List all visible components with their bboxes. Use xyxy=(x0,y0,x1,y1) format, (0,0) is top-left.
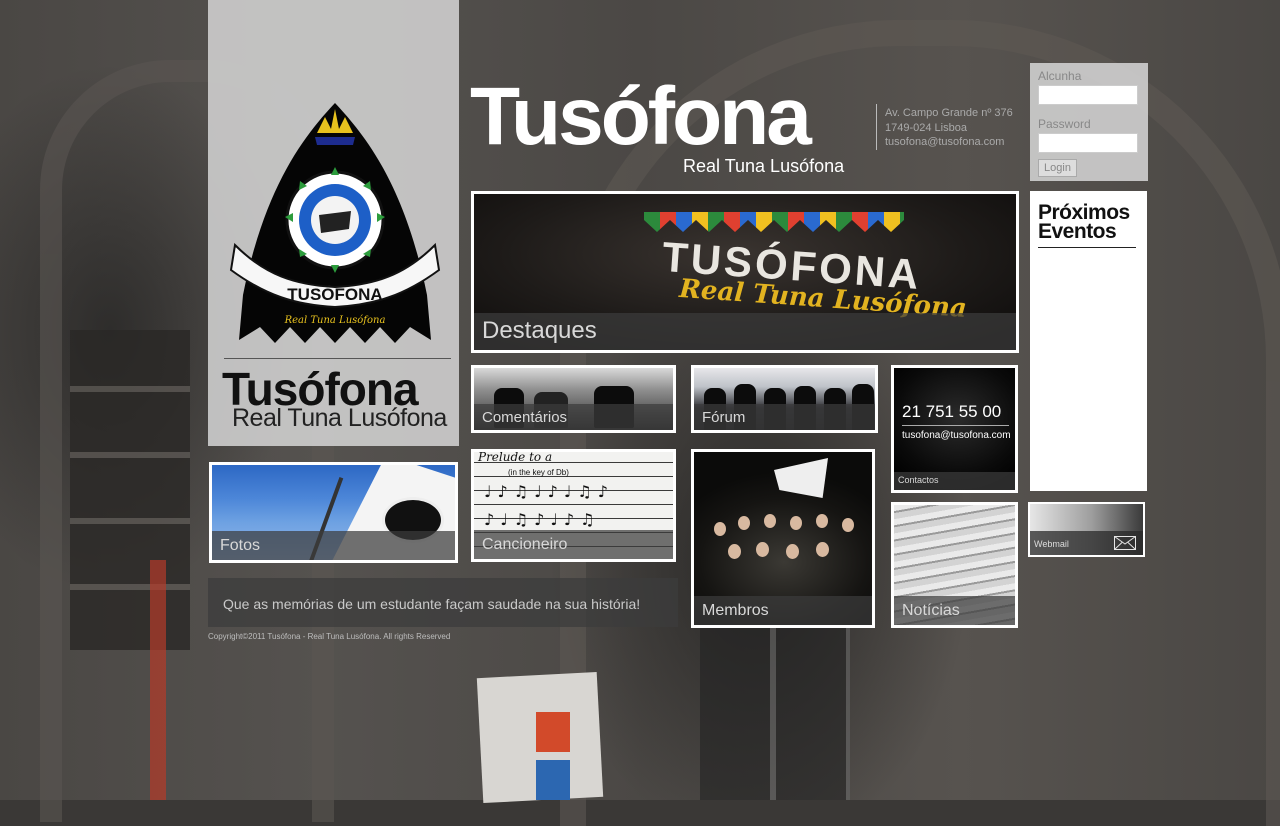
alcunha-input[interactable] xyxy=(1038,85,1138,105)
photo-person xyxy=(764,514,776,528)
events-panel: Próximos Eventos xyxy=(1030,191,1147,491)
tile-destaques[interactable]: TUSÓFONA Real Tuna Lusófona Destaques xyxy=(471,191,1019,353)
photo-person xyxy=(714,522,726,536)
login-box: Alcunha Password Login xyxy=(1030,63,1148,181)
tile-forum-caption: Fórum xyxy=(694,404,875,430)
photo-person xyxy=(790,516,802,530)
logo-divider xyxy=(224,358,451,359)
events-divider xyxy=(1038,247,1136,248)
background-window-right xyxy=(700,600,850,800)
events-title-line2: Eventos xyxy=(1038,220,1117,243)
tile-fotos[interactable]: Fotos xyxy=(209,462,458,563)
tile-forum[interactable]: Fórum xyxy=(691,365,878,433)
tuna-emblem-logo: TUSÓFONA Real Tuna Lusófona xyxy=(229,103,441,343)
tile-destaques-caption: Destaques xyxy=(474,313,1016,350)
tile-membros-caption: Membros xyxy=(694,596,872,625)
photo-person xyxy=(816,514,828,528)
membros-flag xyxy=(774,458,828,498)
photo-person xyxy=(756,542,769,557)
music-notes-icon: ♩♪♫♩♪♩♫♪ ♪♩♫♪♩♪♫ xyxy=(484,482,614,529)
emblem-script-text: Real Tuna Lusófona xyxy=(284,315,386,326)
contact-phone: 21 751 55 00 xyxy=(902,402,1002,421)
tile-noticias[interactable]: Notícias xyxy=(891,502,1018,628)
site-subtitle: Real Tuna Lusófona xyxy=(683,156,845,176)
tile-cancioneiro-caption: Cancioneiro xyxy=(474,530,673,559)
background-vehicle xyxy=(150,560,166,800)
sheet-music-title: Prelude to a xyxy=(478,450,553,464)
photo-person xyxy=(728,544,741,559)
quote-banner: Que as memórias de um estudante façam sa… xyxy=(208,578,678,627)
header-divider xyxy=(876,104,877,150)
tile-comentarios-caption: Comentários xyxy=(474,404,673,430)
login-button[interactable]: Login xyxy=(1038,159,1077,177)
address-email[interactable]: tusofona@tusofona.com xyxy=(885,135,1013,150)
sheet-music-key: (in the key of Db) xyxy=(508,468,569,477)
copyright-text: Copyright©2011 Tusófona - Real Tuna Lusó… xyxy=(208,632,451,641)
alcunha-label: Alcunha xyxy=(1038,69,1082,83)
emblem-ribbon-text: TUSÓFONA xyxy=(287,285,382,304)
webmail-label: Webmail xyxy=(1034,539,1069,549)
patch-flag-border xyxy=(644,212,904,232)
background-sign-blue-square xyxy=(536,760,570,800)
envelope-icon xyxy=(1114,536,1136,550)
tile-membros[interactable]: Membros xyxy=(691,449,875,628)
password-input[interactable] xyxy=(1038,133,1138,153)
photo-person xyxy=(842,518,854,532)
webmail-button[interactable]: Webmail xyxy=(1028,502,1145,557)
site-title[interactable]: Tusófona xyxy=(470,76,812,158)
tile-fotos-caption: Fotos xyxy=(212,531,455,560)
password-label: Password xyxy=(1038,117,1091,131)
background-window-left xyxy=(70,330,190,650)
tile-noticias-caption: Notícias xyxy=(894,596,1015,625)
contact-email: tusofona@tusofona.com xyxy=(902,430,1011,441)
address-street: Av. Campo Grande nº 376 xyxy=(885,107,1013,119)
contact-divider xyxy=(902,425,1009,426)
events-title: Próximos Eventos xyxy=(1038,202,1130,243)
tile-contactos[interactable]: 21 751 55 00 tusofona@tusofona.com Conta… xyxy=(891,365,1018,493)
background-sign-red-square xyxy=(536,712,570,752)
tile-comentarios[interactable]: Comentários xyxy=(471,365,676,433)
tile-contactos-caption: Contactos xyxy=(894,472,1015,490)
photo-person xyxy=(786,544,799,559)
quote-text: Que as memórias de um estudante façam sa… xyxy=(223,596,641,612)
address-city: 1749-024 Lisboa xyxy=(885,121,967,134)
header-address: Av. Campo Grande nº 376 1749-024 Lisboa … xyxy=(885,106,1013,150)
photo-person xyxy=(738,516,750,530)
logo-subtitle: Real Tuna Lusófona xyxy=(232,404,447,432)
logo-panel[interactable]: TUSÓFONA Real Tuna Lusófona Tusófona Rea… xyxy=(208,0,459,446)
photo-person xyxy=(816,542,829,557)
tile-cancioneiro[interactable]: Prelude to a (in the key of Db) ♩♪♫♩♪♩♫♪… xyxy=(471,449,676,562)
